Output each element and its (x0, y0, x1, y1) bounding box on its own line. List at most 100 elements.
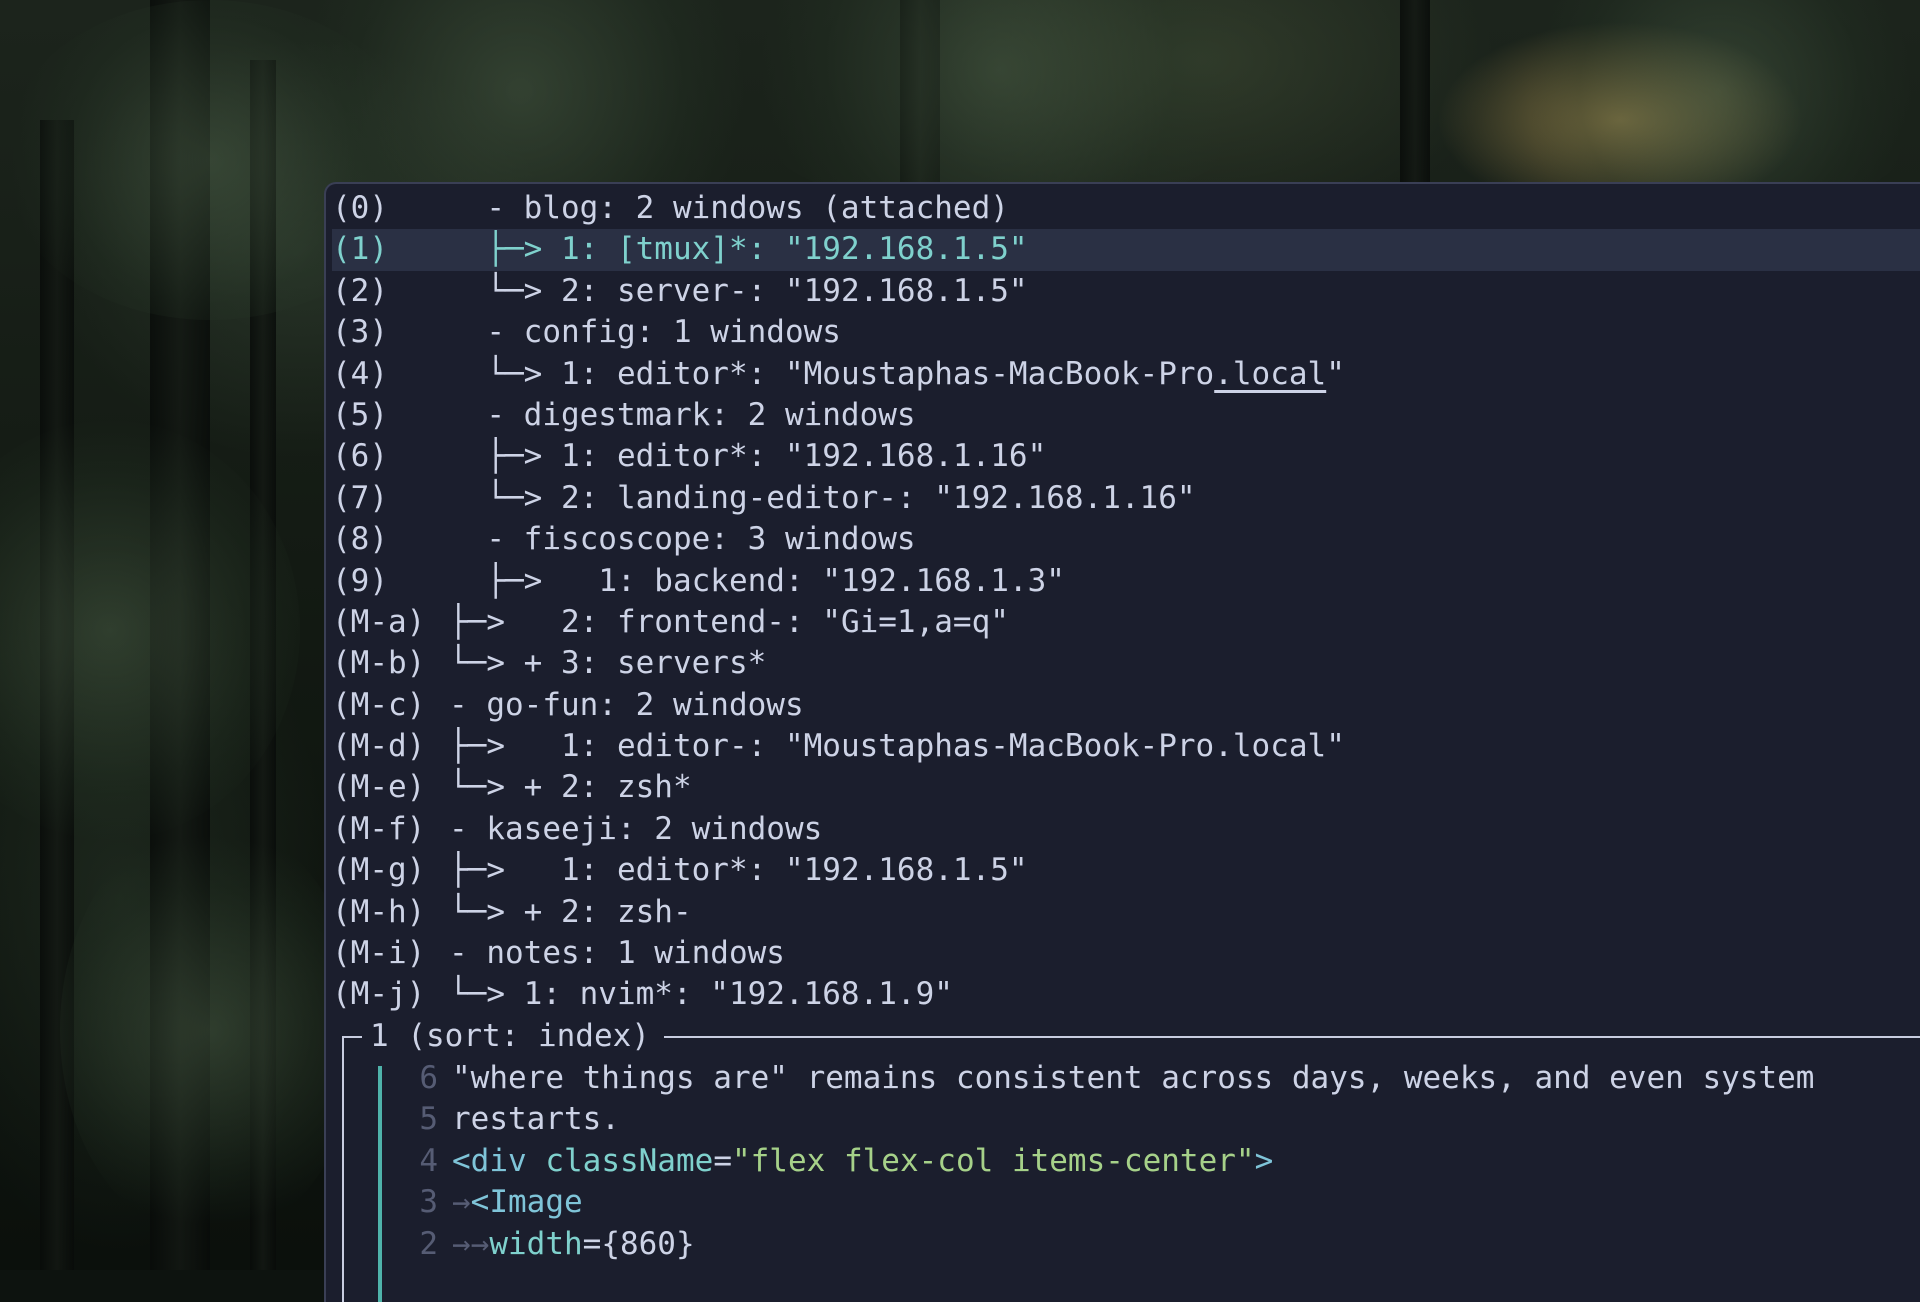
line-number: 3 (419, 1184, 438, 1221)
shortcut-key: (M-j) (332, 976, 426, 1013)
shortcut-key: (M-a) (332, 603, 426, 640)
code-token: restarts. (452, 1101, 620, 1138)
tree-row[interactable]: (M-d) ├─> 1: editor-: "Moustaphas-MacBook… (332, 726, 1920, 767)
code-token: <Image (470, 1184, 583, 1221)
code-line: 4 <div className="flex flex-col items-cen… (392, 1141, 1920, 1182)
preview-pane: 1 (sort: index) 6 "where things are" rema… (332, 1016, 1920, 1302)
tree-row-label: 1: backend: "192.168.1.3" (598, 562, 1065, 599)
tree-row-label: 1: editor*: "192.168.1.5" (560, 852, 1028, 889)
line-number: 6 (419, 1060, 438, 1096)
tree-branch-glyph: └─> + (449, 893, 561, 930)
tree-row-label: go-fun: 2 windows (486, 686, 804, 723)
code-token: > (1254, 1142, 1274, 1179)
tree-row-label: config: 1 windows (523, 314, 841, 351)
tree-row-label-suffix: " (1326, 355, 1345, 392)
shortcut-key: (M-c) (332, 686, 426, 723)
shortcut-key: (M-b) (332, 645, 426, 682)
tree-row-label: 2: frontend-: "Gi=1,a=q" (560, 603, 1009, 640)
shortcut-key: (2) (332, 272, 388, 309)
preview-title: 1 (sort: index) (362, 1016, 664, 1057)
code-token: <div (452, 1142, 546, 1179)
code-line: 6 "where things are" remains consistent a… (392, 1058, 1920, 1099)
tree-row[interactable]: (8) - fiscoscope: 3 windows (332, 519, 1920, 560)
tree-row-label: 2: zsh- (560, 893, 692, 930)
tree-branch-glyph: └─> + (449, 645, 561, 682)
shortcut-key: (8) (332, 521, 388, 558)
tree-row[interactable]: (M-f) - kaseeji: 2 windows (332, 809, 1920, 850)
shortcut-key: (9) (332, 562, 388, 599)
session-tree[interactable]: (0) - blog: 2 windows (attached) (1) ├─> … (332, 188, 1920, 1016)
line-number: 2 (419, 1225, 438, 1262)
tree-row[interactable]: (9) ├─> 1: backend: "192.168.1.3" (332, 561, 1920, 602)
code-token: className (545, 1142, 714, 1179)
tree-branch-glyph: - (449, 314, 524, 351)
code-line: 5 restarts. (392, 1099, 1920, 1140)
tree-row-label: 1: [tmux]*: "192.168.1.5" (560, 231, 1028, 268)
tree-row[interactable]: (5) - digestmark: 2 windows (332, 395, 1920, 436)
code-token: ={860} (582, 1225, 695, 1262)
shortcut-key: (M-h) (332, 893, 426, 930)
tree-row-label: blog: 2 windows (attached) (523, 190, 1009, 226)
tree-trunk (1400, 0, 1430, 190)
shortcut-key: (M-d) (332, 728, 426, 765)
tree-branch-glyph: - (449, 396, 524, 433)
shortcut-key: (1) (332, 231, 388, 268)
tree-branch-glyph: - (449, 686, 487, 723)
tree-branch-glyph: ├─> (449, 603, 561, 640)
tree-row[interactable]: (M-g) ├─> 1: editor*: "192.168.1.5" (332, 850, 1920, 891)
tree-row[interactable]: (M-a) ├─> 2: frontend-: "Gi=1,a=q" (332, 602, 1920, 643)
tree-row[interactable]: (M-c) - go-fun: 2 windows (332, 685, 1920, 726)
code-line: 3 →<Image (392, 1182, 1920, 1223)
tree-branch-glyph: └─> + (449, 769, 561, 806)
tree-row-label: 1: nvim*: "192.168.1.9" (523, 976, 953, 1013)
shortcut-key: (M-i) (332, 935, 426, 972)
code-line: 2 →→width={860} (392, 1224, 1920, 1265)
tree-row[interactable]: (M-i) - notes: 1 windows (332, 933, 1920, 974)
shortcut-key: (M-g) (332, 852, 426, 889)
tree-row-label: kaseeji: 2 windows (486, 810, 823, 847)
line-number: 4 (419, 1142, 438, 1179)
tree-branch-glyph: └─> (449, 355, 561, 392)
tree-row-label: 1: editor*: "Moustaphas-MacBook-Pro (560, 355, 1215, 392)
code-token: = (713, 1142, 732, 1179)
tree-row[interactable]: (M-b) └─> + 3: servers* (332, 643, 1920, 684)
tree-row-label: fiscoscope: 3 windows (523, 521, 916, 558)
preview-border (342, 1036, 344, 1302)
shortcut-key: (M-e) (332, 769, 426, 806)
tree-branch-glyph: ├─> (449, 728, 561, 765)
tree-row-label: 3: servers* (560, 645, 767, 682)
tree-row-label: notes: 1 windows (486, 935, 785, 972)
tree-row[interactable]: (0) - blog: 2 windows (attached) (332, 188, 1920, 229)
foliage (60, 820, 360, 1240)
tree-branch-glyph: └─> (449, 272, 561, 309)
tree-branch-glyph: ├─> (449, 438, 561, 475)
shortcut-key: (6) (332, 438, 388, 475)
shortcut-key: (4) (332, 355, 388, 392)
code-token: "where things are" remains consistent ac… (452, 1060, 1815, 1096)
tree-branch-glyph: - (449, 190, 524, 226)
tree-row-label: 1: editor*: "192.168.1.16" (560, 438, 1047, 475)
tree-row[interactable]: (M-e) └─> + 2: zsh* (332, 767, 1920, 808)
shortcut-key: (3) (332, 314, 388, 351)
tree-row[interactable]: (7) └─> 2: landing-editor-: "192.168.1.1… (332, 478, 1920, 519)
tree-row[interactable]: (1) ├─> 1: [tmux]*: "192.168.1.5" (332, 229, 1920, 271)
tree-row[interactable]: (2) └─> 2: server-: "192.168.1.5" (332, 271, 1920, 312)
code-token: width (489, 1225, 583, 1262)
terminal-window: (0) - blog: 2 windows (attached) (1) ├─> … (324, 182, 1920, 1302)
tree-row[interactable]: (4) └─> 1: editor*: "Moustaphas-MacBook-… (332, 354, 1920, 395)
tab-indicator: → (452, 1184, 471, 1221)
tree-branch-glyph: └─> (449, 976, 524, 1013)
underlined-text: .local (1214, 355, 1327, 392)
tree-branch-glyph: ├─> (449, 852, 561, 889)
tree-row-label: 2: server-: "192.168.1.5" (560, 272, 1028, 309)
shortcut-key: (7) (332, 479, 388, 516)
shortcut-key: (5) (332, 396, 388, 433)
tree-row[interactable]: (6) ├─> 1: editor*: "192.168.1.16" (332, 436, 1920, 477)
tree-row[interactable]: (M-h) └─> + 2: zsh- (332, 892, 1920, 933)
tree-row-label: digestmark: 2 windows (523, 396, 916, 433)
shortcut-key: (M-f) (332, 810, 426, 847)
shortcut-key: (0) (332, 190, 388, 226)
tree-branch-glyph: ├─> (449, 231, 561, 268)
tree-row[interactable]: (3) - config: 1 windows (332, 312, 1920, 353)
tree-row[interactable]: (M-j) └─> 1: nvim*: "192.168.1.9" (332, 974, 1920, 1015)
